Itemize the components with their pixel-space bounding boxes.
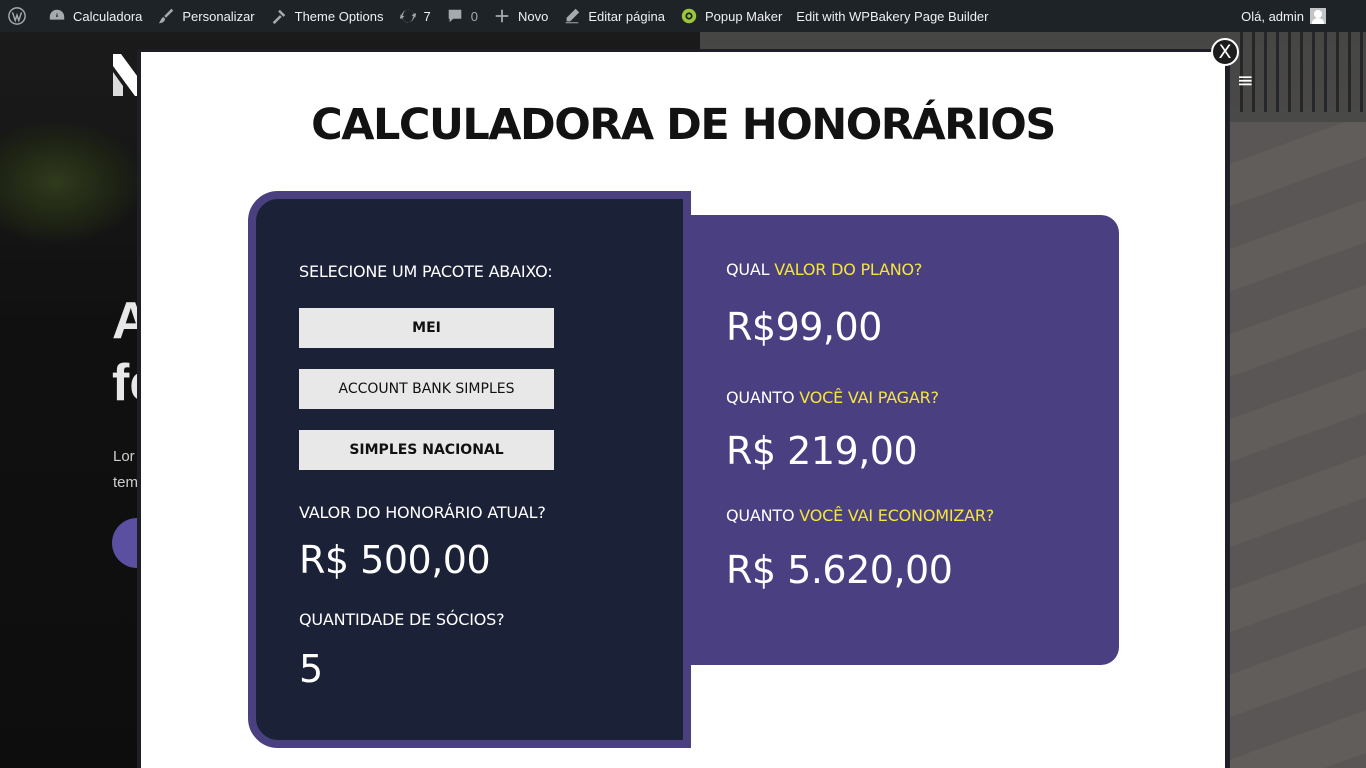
pay-value: R$ 219,00 xyxy=(726,429,918,473)
customize-label: Personalizar xyxy=(182,8,255,24)
package-button-mei[interactable]: MEI xyxy=(299,308,554,348)
customize-menu[interactable]: Personalizar xyxy=(149,0,261,32)
hamburger-menu-icon[interactable]: ≡ xyxy=(1237,68,1254,92)
save-label-highlight: VOCÊ VAI ECONOMIZAR? xyxy=(799,506,995,525)
partners-value[interactable]: 5 xyxy=(299,647,323,691)
plan-value: R$99,00 xyxy=(726,305,882,349)
comments-menu[interactable]: 0 xyxy=(438,0,485,32)
popup-maker-icon xyxy=(679,6,699,26)
savings-value: R$ 5.620,00 xyxy=(726,548,953,592)
popup-maker-menu[interactable]: Popup Maker xyxy=(672,0,789,32)
site-name-menu[interactable]: Calculadora xyxy=(40,0,149,32)
package-button-simples-nacional[interactable]: SIMPLES NACIONAL xyxy=(299,430,554,470)
results-card: QUAL VALOR DO PLANO? R$99,00 QUANTO VOCÊ… xyxy=(691,215,1119,665)
wpbakery-label: Edit with WPBakery Page Builder xyxy=(796,8,989,24)
wordpress-icon xyxy=(7,6,27,26)
edit-page-menu[interactable]: Editar página xyxy=(555,0,672,32)
close-icon: X xyxy=(1218,40,1232,63)
updates-icon xyxy=(398,6,418,26)
pay-label-prefix: QUANTO xyxy=(726,388,800,407)
hero-text: Lor tem xyxy=(113,444,138,496)
current-fee-label: VALOR DO HONORÁRIO ATUAL? xyxy=(299,503,546,522)
pencil-icon xyxy=(562,6,582,26)
hero-text-line-1: Lor xyxy=(113,448,135,465)
paintbrush-icon xyxy=(156,6,176,26)
select-package-label: SELECIONE UM PACOTE ABAIXO: xyxy=(299,262,553,281)
current-fee-value[interactable]: R$ 500,00 xyxy=(299,538,491,582)
plan-label-prefix: QUAL xyxy=(726,260,775,279)
edit-page-label: Editar página xyxy=(588,8,665,24)
wpbakery-menu[interactable]: Edit with WPBakery Page Builder xyxy=(789,0,995,32)
dashboard-icon xyxy=(47,6,67,26)
site-name-label: Calculadora xyxy=(73,8,143,24)
plus-icon xyxy=(492,6,512,26)
plan-label-highlight: VALOR DO PLANO? xyxy=(774,260,923,279)
theme-options-menu[interactable]: Theme Options xyxy=(262,0,391,32)
comment-icon xyxy=(445,6,465,26)
save-label-prefix: QUANTO xyxy=(726,506,800,525)
avatar xyxy=(1310,8,1326,24)
hammer-icon xyxy=(269,6,289,26)
partners-label: QUANTIDADE DE SÓCIOS? xyxy=(299,610,505,629)
new-content-label: Novo xyxy=(517,8,549,24)
updates-count: 7 xyxy=(423,8,431,24)
hero-text-line-2: tem xyxy=(113,474,139,491)
wp-logo-menu[interactable] xyxy=(0,0,40,32)
updates-menu[interactable]: 7 xyxy=(391,0,438,32)
savings-label: QUANTO VOCÊ VAI ECONOMIZAR? xyxy=(726,506,994,525)
plan-value-label: QUAL VALOR DO PLANO? xyxy=(726,260,922,279)
new-content-menu[interactable]: Novo xyxy=(485,0,555,32)
theme-options-label: Theme Options xyxy=(294,8,384,24)
pay-label-highlight: VOCÊ VAI PAGAR? xyxy=(799,388,939,407)
comments-count: 0 xyxy=(470,8,478,24)
calculator-popup: CALCULADORA DE HONORÁRIOS QUAL VALOR DO … xyxy=(141,52,1225,768)
popup-close-button[interactable]: X xyxy=(1211,38,1239,66)
my-account-menu[interactable]: Olá, admin xyxy=(1234,0,1366,32)
greeting-label: Olá, admin xyxy=(1241,8,1304,24)
popup-maker-label: Popup Maker xyxy=(704,8,783,24)
admin-bar: Calculadora Personalizar Theme Options 7… xyxy=(0,0,1366,32)
pay-value-label: QUANTO VOCÊ VAI PAGAR? xyxy=(726,388,939,407)
popup-title: CALCULADORA DE HONORÁRIOS xyxy=(311,100,1056,150)
popup-frame-right xyxy=(1225,52,1230,768)
package-button-account-bank-simples[interactable]: ACCOUNT BANK SIMPLES xyxy=(299,369,554,409)
